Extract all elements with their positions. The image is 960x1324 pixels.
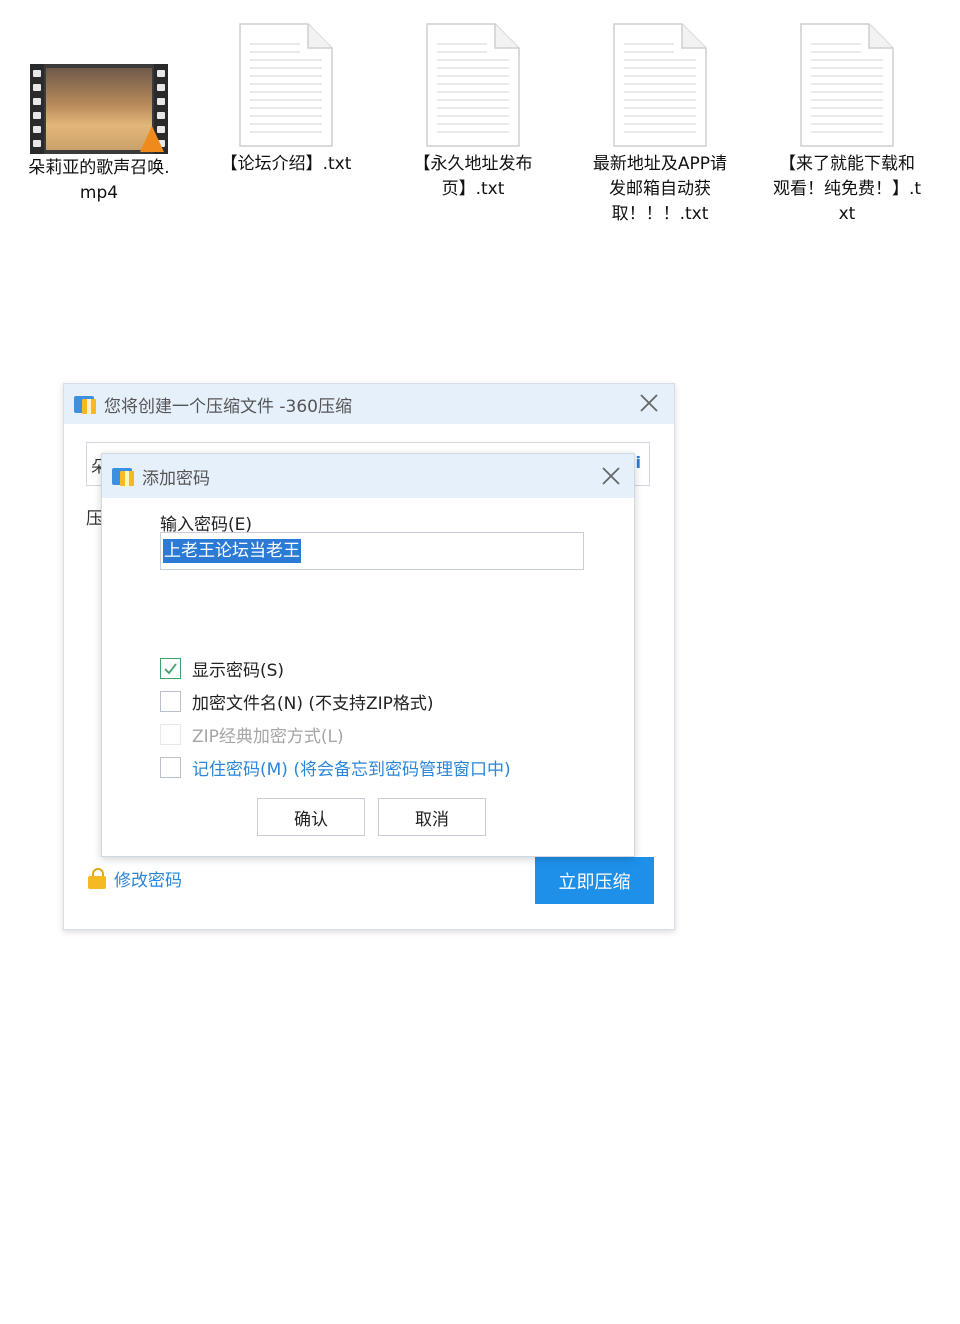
show-password-checkbox[interactable]	[160, 658, 181, 679]
password-input[interactable]: 上老王论坛当老王	[160, 532, 584, 570]
zip-app-icon	[74, 394, 96, 414]
file-label: 【来了就能下载和观看！纯免费！】.txt	[772, 154, 922, 224]
file-text-2[interactable]: 【永久地址发布页】.txt	[398, 18, 548, 202]
file-text-3[interactable]: 最新地址及APP请发邮箱自动获取！！！.txt	[585, 18, 735, 227]
text-file-icon	[425, 22, 521, 148]
file-label: 朵莉亚的歌声召唤.mp4	[28, 158, 170, 203]
file-video[interactable]: 朵莉亚的歌声召唤.mp4	[24, 18, 174, 206]
zip-classic-label: ZIP经典加密方式(L)	[192, 727, 344, 747]
lock-icon	[88, 867, 108, 890]
add-password-dialog: 添加密码 输入密码(E) 上老王论坛当老王 显示密码(S) 加密文件名(N) (…	[101, 453, 635, 857]
encrypt-filename-label: 加密文件名(N) (不支持ZIP格式)	[192, 694, 434, 714]
video-file-icon	[30, 64, 168, 154]
cancel-button[interactable]: 取消	[378, 798, 486, 836]
file-label: 最新地址及APP请发邮箱自动获取！！！.txt	[592, 154, 728, 224]
file-text-1[interactable]: 【论坛介绍】.txt	[211, 18, 361, 177]
file-label: 【论坛介绍】.txt	[220, 154, 352, 174]
name-field-right-text: i	[635, 453, 641, 472]
zip-classic-checkbox	[160, 724, 181, 745]
file-text-4[interactable]: 【来了就能下载和观看！纯免费！】.txt	[772, 18, 922, 227]
confirm-button[interactable]: 确认	[257, 798, 365, 836]
encrypt-filename-option[interactable]: 加密文件名(N) (不支持ZIP格式)	[160, 689, 434, 714]
text-file-icon	[799, 22, 895, 148]
encrypt-filename-checkbox[interactable]	[160, 691, 181, 712]
remember-password-option[interactable]: 记住密码(M) (将会备忘到密码管理窗口中)	[160, 755, 511, 780]
password-dialog-title: 添加密码	[142, 468, 210, 489]
main-dialog-title: 您将创建一个压缩文件 -360压缩	[104, 396, 352, 417]
zip-classic-option: ZIP经典加密方式(L)	[160, 722, 344, 747]
show-password-label: 显示密码(S)	[192, 661, 285, 681]
close-icon[interactable]	[636, 390, 662, 416]
show-password-option[interactable]: 显示密码(S)	[160, 656, 284, 681]
text-file-icon	[238, 22, 334, 148]
main-dialog-titlebar[interactable]: 您将创建一个压缩文件 -360压缩	[64, 384, 674, 424]
compress-now-button[interactable]: 立即压缩	[535, 857, 654, 904]
change-password-label: 修改密码	[114, 871, 182, 891]
change-password-link[interactable]: 修改密码	[88, 866, 182, 891]
text-file-icon	[612, 22, 708, 148]
password-value: 上老王论坛当老王	[163, 539, 301, 563]
zip-app-icon	[112, 466, 134, 486]
remember-password-checkbox[interactable]	[160, 757, 181, 778]
vlc-cone-icon	[140, 126, 164, 152]
checkmark-icon	[164, 663, 177, 675]
close-icon[interactable]	[598, 463, 624, 489]
remember-password-label: 记住密码(M) (将会备忘到密码管理窗口中)	[192, 760, 511, 780]
password-dialog-titlebar[interactable]: 添加密码	[102, 454, 634, 498]
file-label: 【永久地址发布页】.txt	[413, 154, 533, 199]
